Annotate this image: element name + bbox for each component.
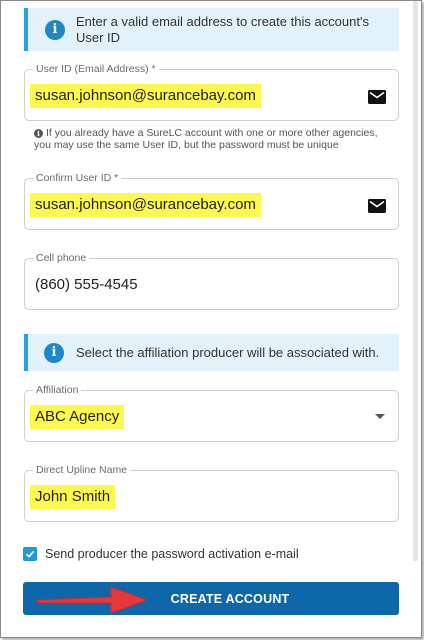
mail-icon	[368, 90, 386, 104]
info-banner-affiliation: i Select the affiliation producer will b…	[24, 334, 399, 371]
user-id-hint-text: If you already have a SureLC account wit…	[34, 127, 378, 151]
send-activation-checkbox[interactable]	[23, 547, 37, 561]
confirm-user-id-label: Confirm User ID *	[33, 172, 122, 185]
cell-phone-field[interactable]: Cell phone (860) 555-4545	[24, 252, 399, 310]
chevron-down-icon[interactable]	[375, 414, 385, 419]
affiliation-label: Affiliation	[33, 384, 82, 397]
info-icon: i	[44, 342, 64, 363]
confirm-user-id-value: susan.johnson@surancebay.com	[30, 193, 261, 217]
affiliation-select[interactable]: Affiliation ABC Agency	[24, 384, 399, 442]
info-banner-text: Enter a valid email address to create th…	[76, 13, 369, 45]
scrollbar[interactable]	[413, 1, 418, 561]
red-arrow-annotation	[36, 586, 149, 614]
cell-phone-label: Cell phone	[33, 252, 90, 265]
user-id-value: susan.johnson@surancebay.com	[30, 84, 261, 108]
affiliation-value: ABC Agency	[30, 405, 125, 429]
mail-icon	[368, 199, 386, 213]
user-id-hint: i If you already have a SureLC account wi…	[34, 127, 394, 151]
cell-phone-value: (860) 555-4545	[35, 276, 138, 293]
direct-upline-value: John Smith	[30, 485, 116, 509]
direct-upline-label: Direct Upline Name	[33, 464, 131, 477]
create-account-panel: i Enter a valid email address to create …	[0, 0, 422, 638]
send-activation-row[interactable]: Send producer the password activation e-…	[23, 547, 299, 561]
confirm-user-id-field[interactable]: Confirm User ID * susan.johnson@suranceb…	[24, 172, 399, 230]
info-banner-user-id: i Enter a valid email address to create …	[24, 8, 399, 51]
info-icon: i	[45, 19, 65, 40]
user-id-field[interactable]: User ID (Email Address) * susan.johnson@…	[24, 63, 399, 121]
checkmark-icon	[25, 550, 35, 558]
info-banner-affiliation-text: Select the affiliation producer will be …	[76, 344, 380, 360]
direct-upline-field[interactable]: Direct Upline Name John Smith	[24, 464, 399, 522]
user-id-label: User ID (Email Address) *	[33, 63, 159, 76]
info-small-icon: i	[34, 129, 43, 138]
send-activation-label: Send producer the password activation e-…	[45, 547, 299, 561]
